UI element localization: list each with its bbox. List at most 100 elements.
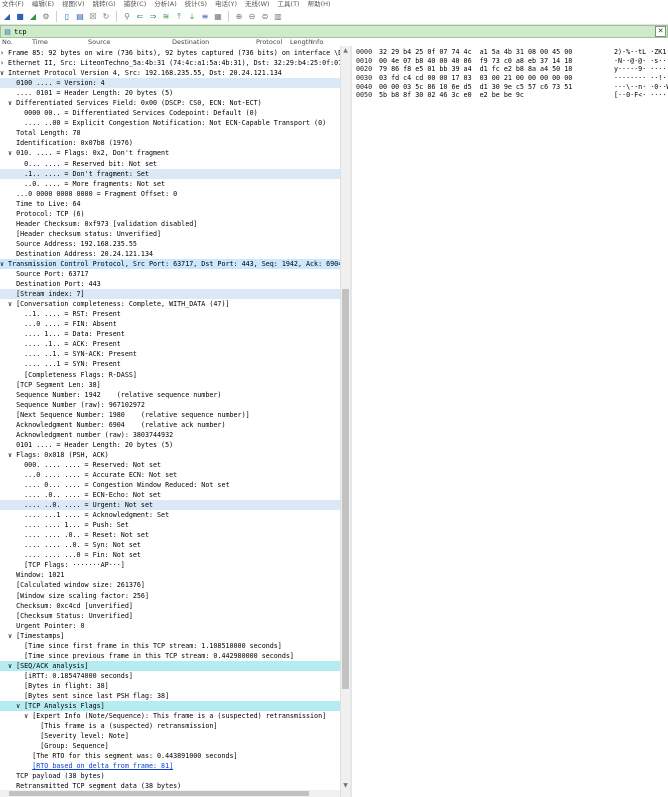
detail-row[interactable]: [Window size scaling factor: 256] xyxy=(0,591,340,601)
go-to-packet-icon[interactable]: ≋ xyxy=(161,12,171,22)
detail-row[interactable]: 0000 00.. = Differentiated Services Code… xyxy=(0,108,340,118)
detail-row[interactable]: Sequence Number: 1942 (relative sequence… xyxy=(0,390,340,400)
detail-row[interactable]: ∨ Transmission Control Protocol, Src Por… xyxy=(0,258,340,270)
detail-row[interactable]: Header Checksum: 0xf973 [validation disa… xyxy=(0,219,340,229)
detail-row[interactable]: ..0. .... = More fragments: Not set xyxy=(0,179,340,189)
bytes-row[interactable]: 0040 00 00 03 5c 86 10 6e d5 d1 30 9e c5 … xyxy=(352,83,668,92)
bytes-row[interactable]: 0030 03 fd c4 cd 00 00 17 03 03 00 21 00 … xyxy=(352,74,668,83)
detail-row[interactable]: .... .... ..0. = Syn: Not set xyxy=(0,540,340,550)
menu-item[interactable]: 视图(V) xyxy=(62,0,85,9)
detail-row[interactable]: Acknowledgment Number: 6904 (relative ac… xyxy=(0,420,340,430)
detail-row[interactable]: [iRTT: 0.185474000 seconds] xyxy=(0,671,340,681)
rto-frame-link[interactable]: [RTO based on delta from frame: 81] xyxy=(32,762,173,770)
detail-row[interactable]: .... ..1. = SYN-ACK: Present xyxy=(0,349,340,359)
column-protocol[interactable]: Protocol xyxy=(256,38,282,46)
scroll-thumb[interactable] xyxy=(342,289,349,689)
go-forward-icon[interactable]: ⇒ xyxy=(148,12,158,22)
detail-row[interactable]: [TCP Segment Len: 38] xyxy=(0,380,340,390)
detail-row[interactable]: ...0 0000 0000 0000 = Fragment Offset: 0 xyxy=(0,189,340,199)
detail-row[interactable]: [Time since previous frame in this TCP s… xyxy=(0,651,340,661)
detail-row[interactable]: Time to Live: 64 xyxy=(0,199,340,209)
menu-item[interactable]: 统计(S) xyxy=(185,0,207,9)
detail-row[interactable]: Total Length: 78 xyxy=(0,128,340,138)
detail-row[interactable]: .... ..0. .... = Urgent: Not set xyxy=(0,500,340,511)
column-no[interactable]: No. xyxy=(2,38,13,46)
normal-size-icon[interactable]: ⊜ xyxy=(260,12,270,22)
detail-row[interactable]: ...0 .... .... = Accurate ECN: Not set xyxy=(0,470,340,480)
menu-item[interactable]: 编辑(E) xyxy=(32,0,54,9)
detail-row[interactable]: .... .0.. .... = ECN-Echo: Not set xyxy=(0,490,340,500)
colorize-icon[interactable]: ▦ xyxy=(213,12,223,22)
menu-item[interactable]: 电话(Y) xyxy=(215,0,237,9)
restart-capture-icon[interactable]: ◢ xyxy=(28,12,38,22)
detail-row[interactable]: [Completeness Flags: R-DASS] xyxy=(0,370,340,380)
shark-fin-start-icon[interactable]: ◢ xyxy=(2,12,12,22)
details-vertical-scrollbar[interactable]: ▲ ▼ xyxy=(340,46,350,797)
detail-row[interactable]: [Next Sequence Number: 1980 (relative se… xyxy=(0,410,340,420)
scroll-down-icon[interactable]: ▼ xyxy=(342,782,349,789)
menu-item[interactable]: 工具(T) xyxy=(278,0,300,9)
detail-row[interactable]: [RTO based on delta from frame: 81] xyxy=(0,761,340,771)
detail-row[interactable]: Protocol: TCP (6) xyxy=(0,209,340,219)
detail-row[interactable]: .... .... ...0 = Fin: Not set xyxy=(0,550,340,560)
detail-row[interactable]: Source Port: 63717 xyxy=(0,269,340,279)
column-length[interactable]: Length xyxy=(290,38,312,46)
detail-row[interactable]: ∨ [SEQ/ACK analysis] xyxy=(0,660,340,671)
detail-row[interactable]: [Header checksum status: Unverified] xyxy=(0,229,340,239)
detail-row[interactable]: ..1. .... = RST: Present xyxy=(0,309,340,319)
menu-item[interactable]: 帮助(H) xyxy=(308,0,331,9)
save-file-icon[interactable]: ▤ xyxy=(75,12,85,22)
go-back-icon[interactable]: ⇐ xyxy=(135,12,145,22)
detail-row[interactable]: [Bytes sent since last PSH flag: 38] xyxy=(0,691,340,701)
detail-row[interactable]: ∨ Flags: 0x018 (PSH, ACK) xyxy=(0,450,340,460)
detail-row[interactable]: [Severity level: Note] xyxy=(0,731,340,741)
detail-row[interactable]: [Group: Sequence] xyxy=(0,741,340,751)
detail-row[interactable]: .... .1.. = ACK: Present xyxy=(0,339,340,349)
detail-row[interactable]: Checksum: 0xc4cd [unverified] xyxy=(0,601,340,611)
detail-row[interactable]: ∨ 010. .... = Flags: 0x2, Don't fragment xyxy=(0,148,340,158)
detail-row[interactable]: 000. .... .... = Reserved: Not set xyxy=(0,460,340,470)
column-time[interactable]: Time xyxy=(32,38,48,46)
detail-row[interactable]: [The RTO for this segment was: 0.4438910… xyxy=(0,751,340,761)
pane-splitter[interactable] xyxy=(350,46,352,797)
capture-options-icon[interactable]: ⚙ xyxy=(41,12,51,22)
detail-row[interactable]: Destination Port: 443 xyxy=(0,279,340,289)
detail-row[interactable]: Sequence Number (raw): 967102972 xyxy=(0,400,340,410)
detail-row[interactable]: .1.. .... = Don't fragment: Set xyxy=(0,168,340,179)
detail-row[interactable]: .... 1... = Data: Present xyxy=(0,329,340,339)
detail-row[interactable]: Window: 1021 xyxy=(0,570,340,580)
bookmark-icon[interactable]: ▤ xyxy=(3,27,12,36)
detail-row[interactable]: ∨ [Conversation completeness: Complete, … xyxy=(0,299,340,309)
detail-row[interactable]: 0100 .... = Version: 4 xyxy=(0,78,340,89)
detail-row[interactable]: .... ...1 = SYN: Present xyxy=(0,359,340,369)
column-destination[interactable]: Destination xyxy=(172,38,209,46)
column-source[interactable]: Source xyxy=(88,38,110,46)
bytes-row[interactable]: 0000 32 29 b4 25 0f 07 74 4c a1 5a 4b 31 … xyxy=(352,48,668,57)
detail-row[interactable]: [Stream index: 7] xyxy=(0,289,340,300)
detail-row[interactable]: › Frame 85: 92 bytes on wire (736 bits),… xyxy=(0,48,340,58)
detail-row[interactable]: 0... .... = Reserved bit: Not set xyxy=(0,159,340,169)
detail-row[interactable]: .... 0101 = Header Length: 20 bytes (5) xyxy=(0,88,340,98)
detail-row[interactable]: Source Address: 192.168.235.55 xyxy=(0,239,340,249)
clear-filter-icon[interactable]: ✕ xyxy=(655,26,666,37)
detail-row[interactable]: .... .... 1... = Push: Set xyxy=(0,520,340,530)
detail-row[interactable]: Urgent Pointer: 0 xyxy=(0,621,340,631)
zoom-out-icon[interactable]: ⊖ xyxy=(247,12,257,22)
detail-row[interactable]: [Bytes in flight: 38] xyxy=(0,681,340,691)
open-file-icon[interactable]: ▯ xyxy=(62,12,72,22)
menu-item[interactable]: 文件(F) xyxy=(2,0,24,9)
close-file-icon[interactable]: ☒ xyxy=(88,12,98,22)
detail-row[interactable]: .... ...1 .... = Acknowledgment: Set xyxy=(0,510,340,520)
bytes-row[interactable]: 0010 00 4e 07 b8 40 00 40 06 f9 73 c0 a8 … xyxy=(352,57,668,66)
bytes-row[interactable]: 0020 79 86 f8 e5 01 bb 39 a4 d1 fc e2 b8 … xyxy=(352,65,668,74)
detail-row[interactable]: TCP payload (38 bytes) xyxy=(0,771,340,781)
detail-row[interactable]: ∨ [Timestamps] xyxy=(0,631,340,641)
last-packet-icon[interactable]: ⤓ xyxy=(187,12,197,22)
detail-row[interactable]: [This frame is a (suspected) retransmiss… xyxy=(0,721,340,731)
detail-row[interactable]: Identification: 0x07b8 (1976) xyxy=(0,138,340,148)
detail-row[interactable]: [Checksum Status: Unverified] xyxy=(0,611,340,621)
detail-row[interactable]: ...0 .... = FIN: Absent xyxy=(0,319,340,329)
menu-item[interactable]: 捕获(C) xyxy=(124,0,147,9)
detail-row[interactable]: ∨ [TCP Analysis Flags] xyxy=(0,701,340,712)
stop-capture-icon[interactable]: ■ xyxy=(15,12,25,22)
